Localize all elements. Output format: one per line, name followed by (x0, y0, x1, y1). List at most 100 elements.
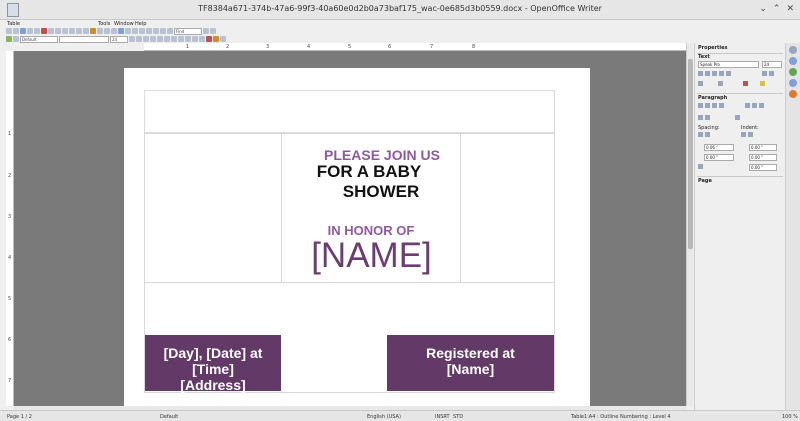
underline-icon[interactable] (143, 36, 149, 42)
align-center-icon[interactable] (157, 36, 163, 42)
sidebar-font-size[interactable]: 24 (762, 61, 782, 68)
shrink-font-icon[interactable] (769, 71, 774, 76)
print-icon[interactable] (48, 28, 54, 34)
scrollbar-thumb[interactable] (688, 59, 693, 249)
valign-center-icon[interactable] (752, 103, 757, 108)
bold-icon[interactable] (129, 36, 135, 42)
status-selection-mode[interactable]: STD (453, 414, 463, 420)
highlight-icon[interactable] (718, 81, 723, 86)
spacing-decrease-icon[interactable] (705, 132, 710, 137)
styles-icon[interactable] (6, 36, 12, 42)
new-icon[interactable] (6, 28, 12, 34)
spellcheck-icon[interactable] (62, 28, 68, 34)
spacing-increase-icon[interactable] (698, 132, 703, 137)
gallery-icon[interactable] (153, 28, 159, 34)
table-icon[interactable] (125, 28, 131, 34)
background-color-icon[interactable] (220, 36, 226, 42)
line-spacing-icon[interactable] (698, 164, 703, 169)
invite-name-placeholder[interactable]: [NAME] (294, 236, 449, 276)
status-language[interactable]: English (USA) (367, 414, 401, 420)
font-color-icon[interactable] (206, 36, 212, 42)
navigator-icon[interactable] (789, 90, 797, 98)
paragraph-section-header[interactable]: Paragraph (698, 95, 727, 101)
find-next-icon[interactable] (203, 28, 209, 34)
font-name-select[interactable] (59, 35, 109, 43)
clone-format-icon[interactable] (97, 28, 103, 34)
nonprinting-chars-icon[interactable] (167, 28, 173, 34)
indent-increase-icon[interactable] (199, 36, 205, 42)
status-page[interactable]: Page 1 / 2 (7, 414, 32, 420)
maximize-button[interactable]: ⌃ (773, 4, 781, 14)
spacing-below-field[interactable]: 0.00 " (704, 154, 734, 161)
edit-file-icon[interactable] (34, 28, 40, 34)
minimize-button[interactable]: ⌄ (759, 4, 767, 14)
bullets-icon[interactable] (185, 36, 191, 42)
find-input[interactable]: Find (174, 27, 202, 35)
shadow-icon[interactable] (726, 71, 731, 76)
align-right-icon[interactable] (164, 36, 170, 42)
align-center-icon[interactable] (705, 103, 710, 108)
event-details-box[interactable]: [Day], [Date] at [Time] [Address] (145, 335, 281, 393)
status-insert-mode[interactable]: INSRT (435, 414, 450, 420)
align-left-icon[interactable] (698, 103, 703, 108)
bold-icon[interactable] (698, 71, 703, 76)
valign-top-icon[interactable] (745, 103, 750, 108)
highlight-color-icon[interactable] (760, 81, 765, 86)
paragraph-style-select[interactable]: Default (20, 35, 58, 43)
undo-icon[interactable] (104, 28, 110, 34)
horizontal-ruler[interactable]: 1 2 3 4 5 6 7 8 (144, 43, 686, 51)
font-size-select[interactable]: 24 (110, 35, 128, 43)
save-icon[interactable] (20, 28, 26, 34)
text-section-header[interactable]: Text (698, 54, 710, 60)
cut-icon[interactable] (76, 28, 82, 34)
header-table-cell[interactable] (144, 90, 555, 133)
font-color-icon[interactable] (743, 81, 748, 86)
align-right-icon[interactable] (712, 103, 717, 108)
bullets-icon[interactable] (705, 115, 710, 120)
redo-icon[interactable] (111, 28, 117, 34)
page-section-header[interactable]: Page (698, 178, 712, 184)
copy-icon[interactable] (83, 28, 89, 34)
numbering-icon[interactable] (698, 115, 703, 120)
close-button[interactable]: ✕ (786, 4, 794, 14)
email-icon[interactable] (27, 28, 33, 34)
char-spacing-icon[interactable] (698, 81, 703, 86)
invite-line-please-join[interactable]: PLEASE JOIN US (307, 147, 457, 163)
status-page-style[interactable]: Default (160, 414, 178, 420)
italic-icon[interactable] (136, 36, 142, 42)
indent-increase-icon[interactable] (741, 132, 746, 137)
properties-icon[interactable] (789, 57, 797, 65)
highlight-icon[interactable] (213, 36, 219, 42)
show-draw-icon[interactable] (132, 28, 138, 34)
valign-bottom-icon[interactable] (759, 103, 764, 108)
document-page[interactable]: PLEASE JOIN US FOR A BABY SHOWER IN HONO… (124, 68, 590, 406)
align-left-icon[interactable] (150, 36, 156, 42)
menu-icon[interactable] (789, 46, 797, 54)
print-preview-icon[interactable] (55, 28, 61, 34)
gallery-icon[interactable] (789, 79, 797, 87)
underline-icon[interactable] (712, 71, 717, 76)
indent-first-line-field[interactable]: 0.00 " (749, 164, 777, 171)
justify-icon[interactable] (171, 36, 177, 42)
sidebar-font-name[interactable]: Speak Pro (698, 61, 759, 68)
spacing-above-field[interactable]: 0.06 " (704, 144, 734, 151)
paragraph-bg-icon[interactable] (735, 115, 740, 120)
numbering-icon[interactable] (178, 36, 184, 42)
indent-decrease-icon[interactable] (748, 132, 753, 137)
status-zoom[interactable]: 100 % (782, 414, 798, 420)
justify-icon[interactable] (719, 103, 724, 108)
invite-line-shower[interactable]: SHOWER (306, 182, 456, 202)
italic-icon[interactable] (705, 71, 710, 76)
styles-icon[interactable] (789, 68, 797, 76)
document-area[interactable]: PLEASE JOIN US FOR A BABY SHOWER IN HONO… (14, 51, 686, 406)
indent-after-field[interactable]: 0.00 " (749, 154, 777, 161)
data-sources-icon[interactable] (160, 28, 166, 34)
navigator-icon[interactable] (146, 28, 152, 34)
hyperlink-icon[interactable] (118, 28, 124, 34)
grow-font-icon[interactable] (762, 71, 767, 76)
vertical-scrollbar[interactable] (686, 43, 693, 406)
indent-decrease-icon[interactable] (192, 36, 198, 42)
open-icon[interactable] (13, 28, 19, 34)
export-pdf-icon[interactable] (41, 28, 47, 34)
strikethrough-icon[interactable] (719, 71, 724, 76)
